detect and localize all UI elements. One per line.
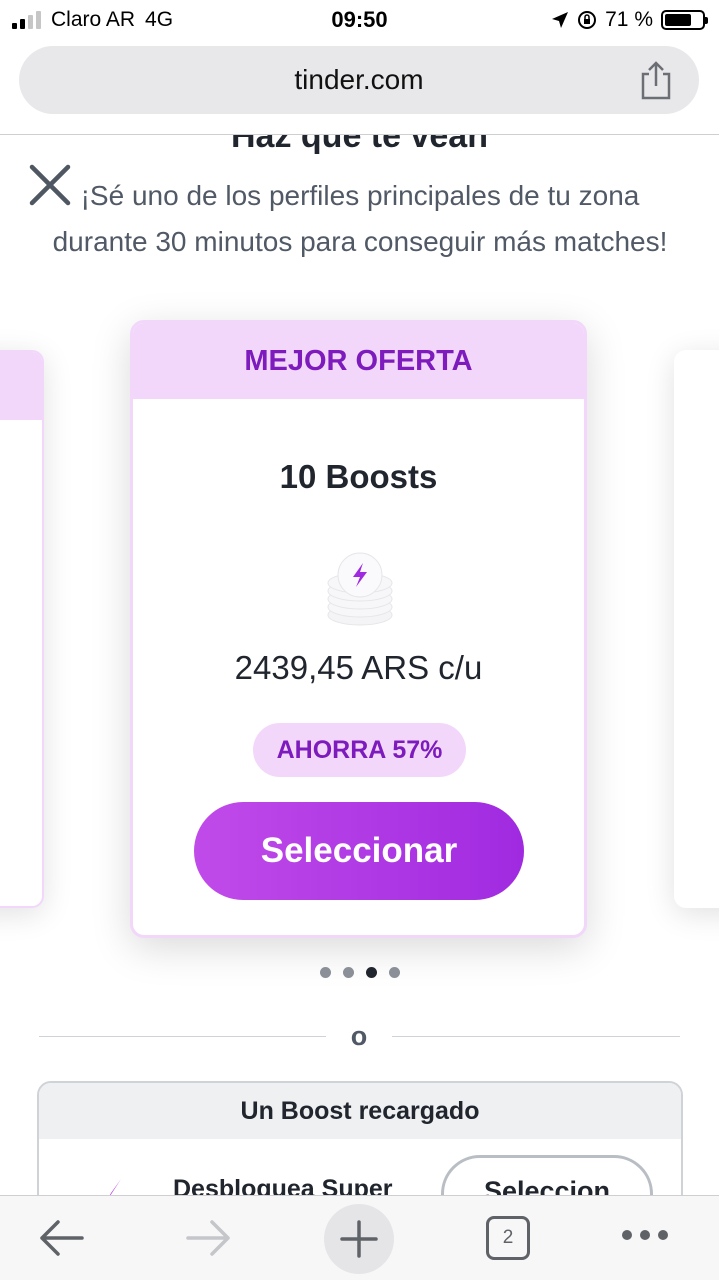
offer-card-next[interactable] [674, 350, 719, 908]
offer-card-previous[interactable] [0, 350, 44, 908]
page-content: Haz que te vean ¡Sé uno de los perfiles … [0, 135, 719, 1195]
recharge-description: Desbloquea Super [173, 1175, 393, 1195]
separator-line-left [39, 1036, 326, 1037]
carousel-dot[interactable] [388, 967, 400, 978]
carousel-dot[interactable] [342, 967, 354, 978]
browser-toolbar: 2 [0, 1195, 719, 1280]
status-bar: Claro AR 4G 09:50 71 % [0, 0, 719, 40]
more-menu-icon[interactable] [622, 1230, 668, 1244]
super-boost-icon [109, 1179, 121, 1195]
recharge-title: Un Boost recargado [39, 1083, 681, 1139]
carousel-dot[interactable] [319, 967, 331, 978]
offer-title: 10 Boosts [279, 458, 438, 495]
share-icon[interactable] [639, 60, 673, 100]
offer-card-active[interactable]: MEJOR OFERTA 10 Boosts 2439,45 ARS c/u A… [130, 320, 587, 938]
back-arrow-icon[interactable] [38, 1218, 84, 1258]
best-offer-badge: MEJOR OFERTA [133, 323, 584, 399]
separator-line-right [392, 1036, 680, 1037]
address-bar[interactable]: tinder.com [19, 46, 699, 114]
recharge-card[interactable]: Un Boost recargado Desbloquea Super Sele… [37, 1081, 683, 1195]
battery-percent: 71 % [605, 8, 653, 31]
carousel-pagination[interactable] [0, 967, 719, 978]
forward-arrow-icon[interactable] [186, 1218, 232, 1258]
rotation-lock-icon [578, 11, 597, 29]
page-title: Haz que te vean [231, 135, 488, 155]
new-tab-button[interactable] [324, 1204, 394, 1274]
separator-text: o [350, 1021, 368, 1051]
url-text[interactable]: tinder.com [19, 64, 699, 96]
boost-stack-icon [327, 552, 393, 626]
battery-level [665, 14, 691, 26]
tabs-button[interactable]: 2 [486, 1216, 530, 1260]
plus-icon [340, 1220, 378, 1258]
location-icon [552, 12, 569, 28]
carousel-dot[interactable] [365, 967, 377, 978]
offer-price: 2439,45 ARS c/u [234, 649, 483, 686]
recharge-select-button[interactable]: Seleccion [441, 1155, 653, 1195]
offer-card-previous-header [0, 352, 42, 420]
status-right: 71 % [551, 8, 708, 32]
battery-icon [661, 10, 708, 30]
savings-badge: AHORRA 57% [253, 723, 466, 777]
select-button[interactable]: Seleccionar [194, 802, 524, 900]
page-description: ¡Sé uno de los perfiles principales de t… [52, 180, 668, 257]
